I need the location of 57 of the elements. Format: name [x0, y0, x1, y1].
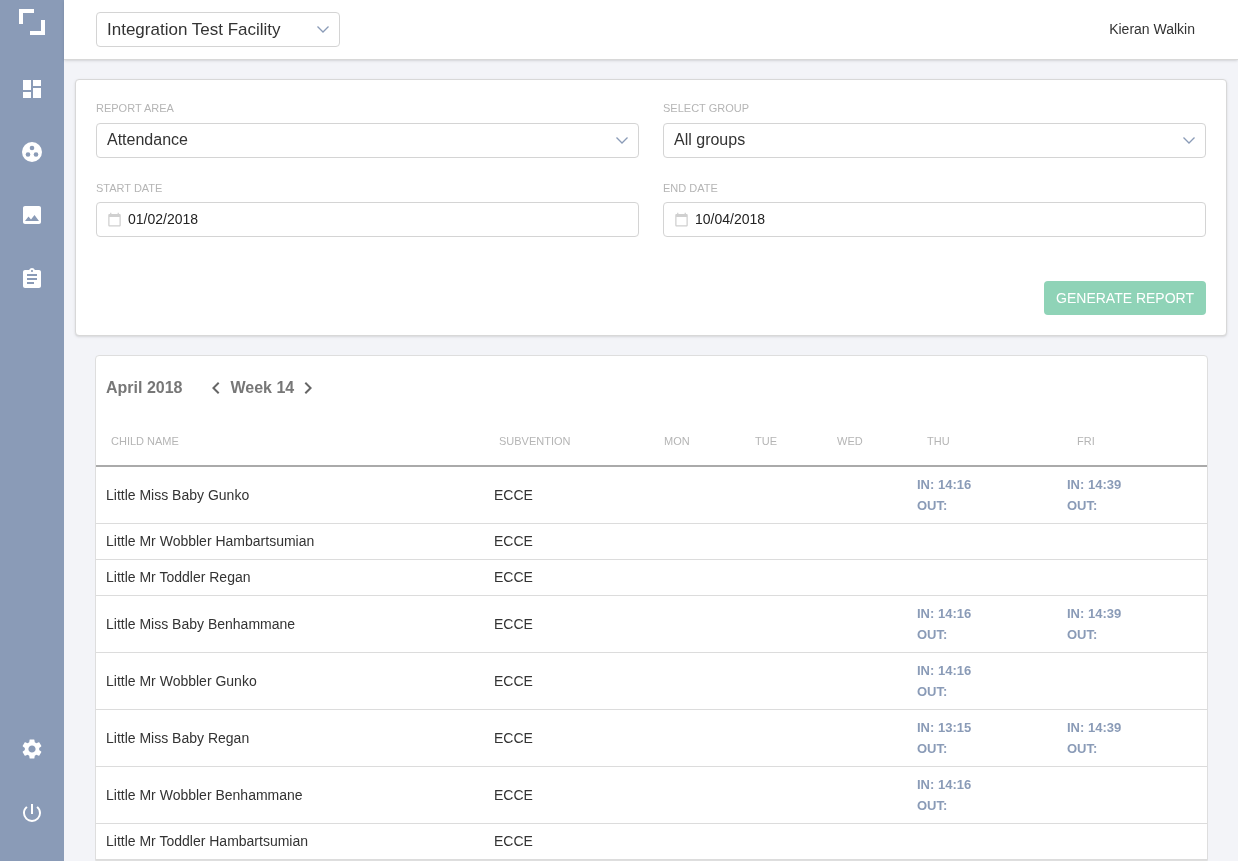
field-label: START DATE [96, 180, 164, 196]
calendar-icon [674, 212, 689, 227]
field-label: SELECT GROUP [663, 101, 750, 116]
subvention-cell-text: ECCE [494, 728, 534, 748]
subvention-cell-text: ECCE [494, 832, 534, 851]
user-name[interactable]: Kieran Walkin [1109, 19, 1195, 40]
check-in-time: IN: 14:39 [1067, 476, 1123, 494]
settings-icon[interactable] [20, 737, 44, 761]
clipboard-icon[interactable] [20, 267, 44, 291]
child-name-cell-text: Little Mr Toddler Regan [106, 568, 252, 587]
field-label: END DATE [663, 180, 719, 196]
check-out-time: OUT: [1067, 740, 1099, 758]
check-out-time: OUT: [1067, 497, 1099, 515]
report-area-select[interactable]: Attendance [96, 122, 639, 158]
check-in-time: IN: 14:39 [1067, 719, 1123, 737]
column-header: WED [837, 434, 864, 450]
column-header: CHILD NAME [111, 434, 180, 450]
group-select[interactable]: All groups [663, 122, 1206, 158]
column-header: SUBVENTION [499, 434, 572, 450]
check-in-time: IN: 14:39 [1067, 605, 1123, 623]
check-out-time: OUT: [1067, 626, 1099, 644]
child-name-cell-text: Little Mr Wobbler Gunko [106, 671, 258, 691]
date-field[interactable]: 10/04/2018 [663, 202, 1206, 237]
check-in-time: IN: 14:16 [917, 662, 973, 680]
child-name-cell-text: Little Mr Toddler Hambartsumian [106, 832, 310, 851]
child-name-cell-text: Little Miss Baby Gunko [106, 485, 251, 505]
column-header: TUE [755, 434, 778, 450]
column-header: THU [927, 434, 951, 450]
chevron-down-icon [616, 136, 628, 144]
child-name-cell-text: Little Miss Baby Benhammane [106, 614, 297, 634]
subvention-cell-text: ECCE [494, 485, 534, 505]
subvention-cell-text: ECCE [494, 785, 534, 805]
circle-dots-icon[interactable] [21, 141, 43, 163]
child-name-cell-text: Little Mr Wobbler Benhammane [106, 785, 304, 805]
subvention-cell-text: ECCE [494, 671, 534, 691]
dashboard-icon[interactable] [20, 77, 44, 101]
facility-select[interactable]: Integration Test Facility [96, 12, 340, 47]
check-in-time: IN: 14:16 [917, 776, 973, 794]
chevron-down-icon [1183, 136, 1195, 144]
subvention-cell-text: ECCE [494, 614, 534, 634]
child-name-cell-text: Little Mr Wobbler Hambartsumian [106, 532, 316, 551]
chevron-down-icon [317, 26, 329, 33]
date-field[interactable]: 01/02/2018 [96, 202, 639, 237]
subvention-cell-text: ECCE [494, 532, 534, 551]
child-name-cell-text: Little Miss Baby Regan [106, 728, 251, 748]
power-icon[interactable] [20, 801, 44, 825]
image-icon[interactable] [20, 203, 44, 227]
month-title: April 2018 [106, 378, 183, 398]
column-header: MON [664, 434, 691, 450]
column-header: FRI [1077, 434, 1096, 450]
week-title: Week 14 [230, 378, 295, 398]
check-out-time: OUT: [917, 797, 949, 815]
logo-icon[interactable] [19, 9, 45, 35]
check-out-time: OUT: [917, 683, 949, 701]
subvention-cell-text: ECCE [494, 568, 534, 587]
calendar-icon [107, 212, 122, 227]
field-label: REPORT AREA [96, 101, 175, 116]
